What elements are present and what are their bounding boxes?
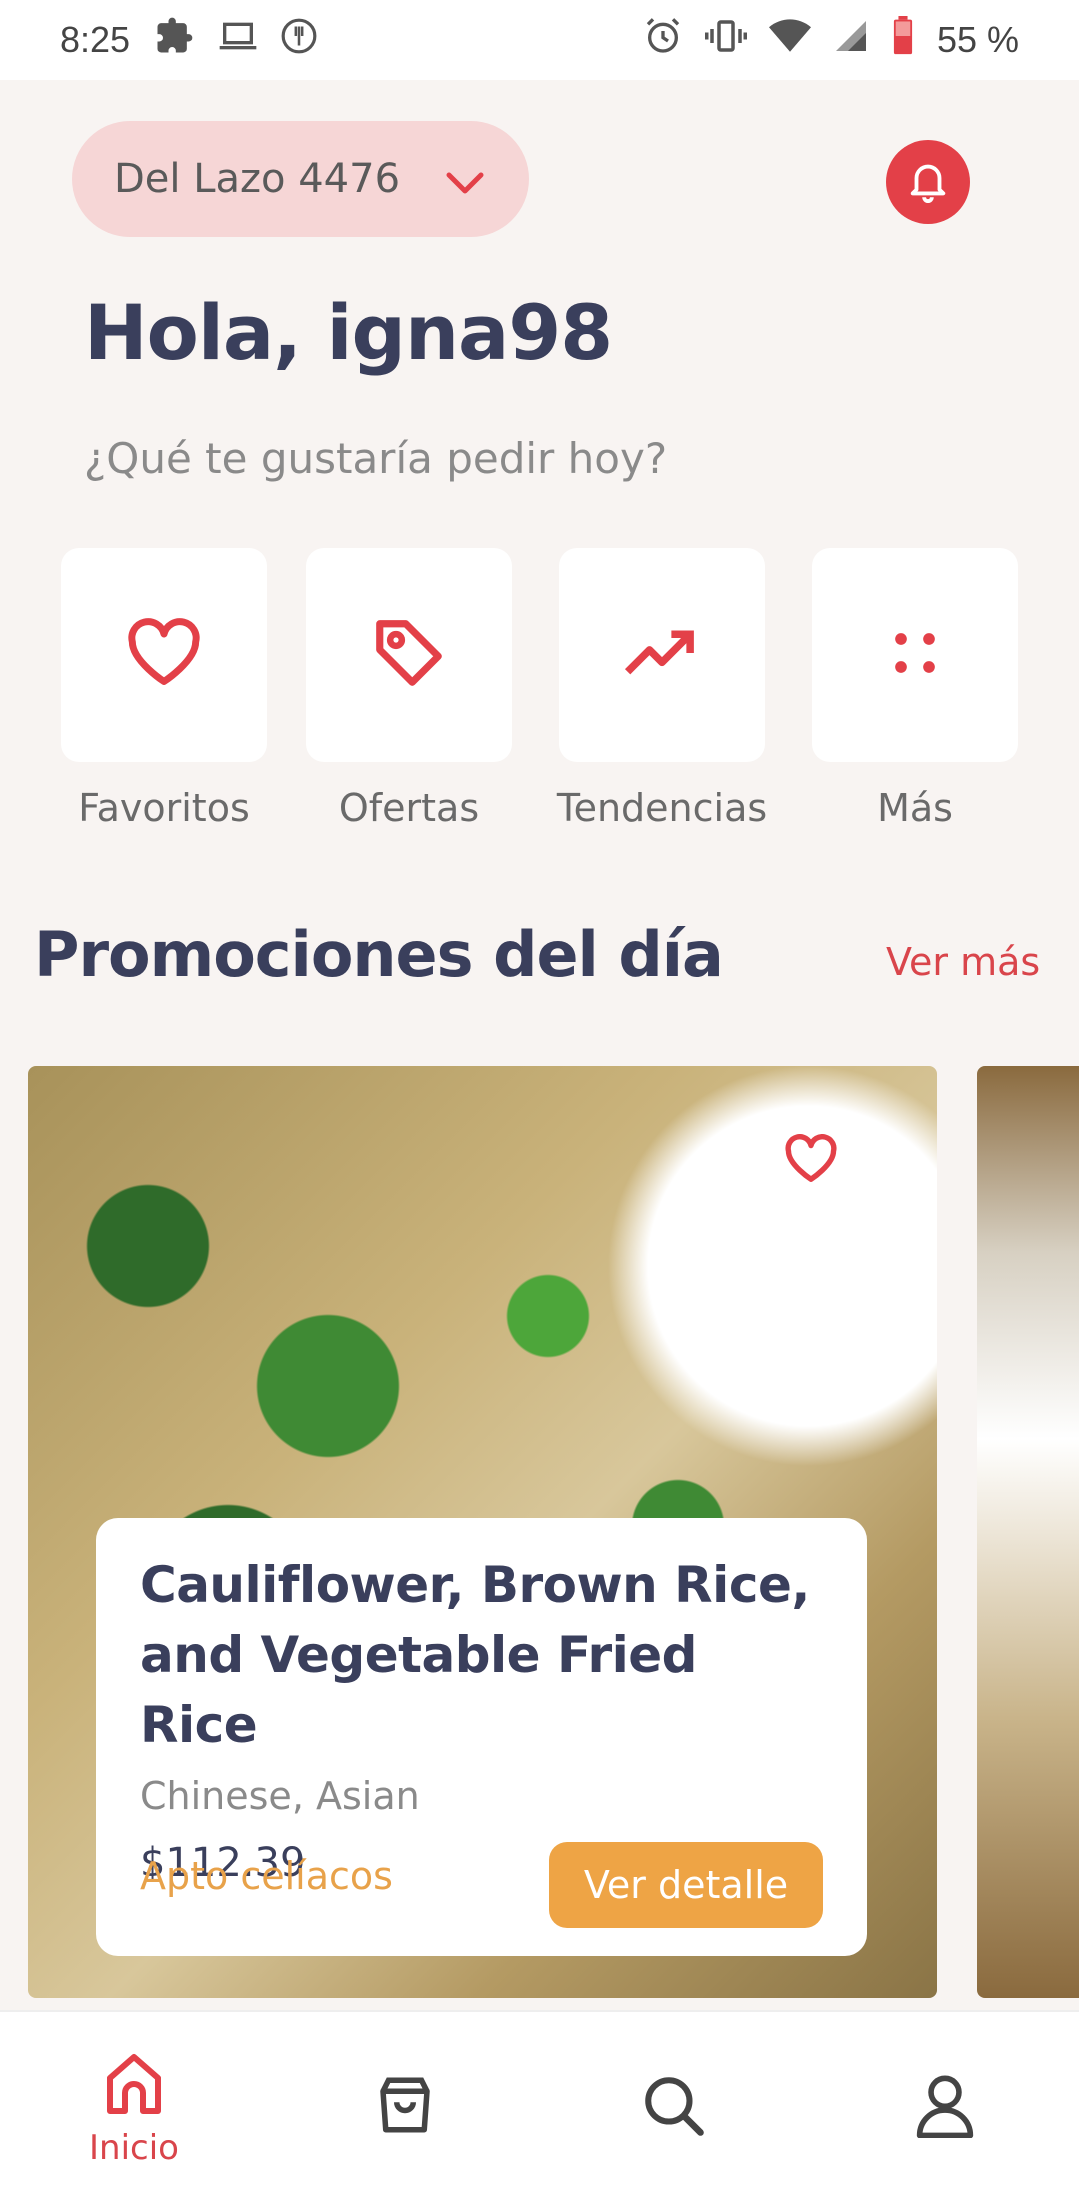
heart-icon: [784, 1134, 838, 1188]
category-label-favoritos: Favoritos: [78, 786, 250, 830]
notifications-button[interactable]: [886, 140, 970, 224]
category-mas[interactable]: [812, 548, 1018, 762]
location-label: Del Lazo 4476: [114, 156, 401, 202]
greeting-title: Hola, igna98: [84, 288, 613, 377]
nav-search[interactable]: [603, 2072, 743, 2142]
nav-cart[interactable]: [335, 2072, 475, 2142]
chevron-down-icon: [443, 163, 487, 209]
user-icon: [914, 2072, 976, 2142]
greeting-subtitle: ¿Qué te gustaría pedir hoy?: [84, 434, 668, 483]
heart-icon: [126, 618, 202, 692]
wifi-icon: [768, 16, 811, 65]
restaurant-icon: [280, 17, 318, 64]
dish-cuisine: Chinese, Asian: [140, 1774, 420, 1818]
category-tendencias[interactable]: [559, 548, 765, 762]
alarm-icon: [643, 16, 683, 65]
promotion-info-card[interactable]: Cauliflower, Brown Rice, and Vegetable F…: [96, 1518, 867, 1956]
promotions-title: Promociones del día: [34, 918, 724, 991]
nav-home-label: Inicio: [89, 2128, 179, 2168]
next-promotion-card[interactable]: [977, 1066, 1079, 1998]
trending-icon: [624, 628, 700, 682]
dish-flag: Apto celíacos: [140, 1854, 393, 1898]
category-label-mas: Más: [877, 786, 953, 830]
puzzle-icon: [152, 14, 196, 67]
category-label-tendencias: Tendencias: [556, 786, 768, 830]
category-label-ofertas: Ofertas: [338, 786, 480, 830]
laptop-icon: [218, 16, 258, 65]
battery-icon: [891, 15, 915, 65]
vibrate-icon: [704, 15, 747, 66]
shopping-bag-icon: [372, 2072, 438, 2142]
location-selector[interactable]: Del Lazo 4476: [72, 121, 529, 237]
tag-icon: [370, 614, 448, 696]
view-detail-button[interactable]: Ver detalle: [549, 1842, 823, 1928]
bottom-navigation: Inicio: [0, 2010, 1079, 2206]
battery-percentage: 55 %: [936, 19, 1019, 60]
dish-title: Cauliflower, Brown Rice, and Vegetable F…: [140, 1550, 823, 1760]
nav-home[interactable]: Inicio: [64, 2048, 204, 2168]
home-icon: [98, 2048, 170, 2124]
favorite-button[interactable]: [756, 1106, 866, 1216]
nav-profile[interactable]: [875, 2072, 1015, 2142]
category-favoritos[interactable]: [61, 548, 267, 762]
status-bar: 8:25 55 %: [0, 0, 1079, 80]
clock: 8:25: [60, 19, 131, 60]
see-more-link[interactable]: Ver más: [886, 940, 1040, 984]
dish-title-line1: Cauliflower, Brown Rice,: [140, 1556, 810, 1614]
bell-icon: [905, 157, 951, 207]
more-dots-icon: [887, 625, 943, 685]
dish-title-line2: and Vegetable Fried Rice: [140, 1626, 697, 1754]
signal-icon: [833, 18, 869, 63]
search-icon: [640, 2072, 706, 2142]
category-ofertas[interactable]: [306, 548, 512, 762]
